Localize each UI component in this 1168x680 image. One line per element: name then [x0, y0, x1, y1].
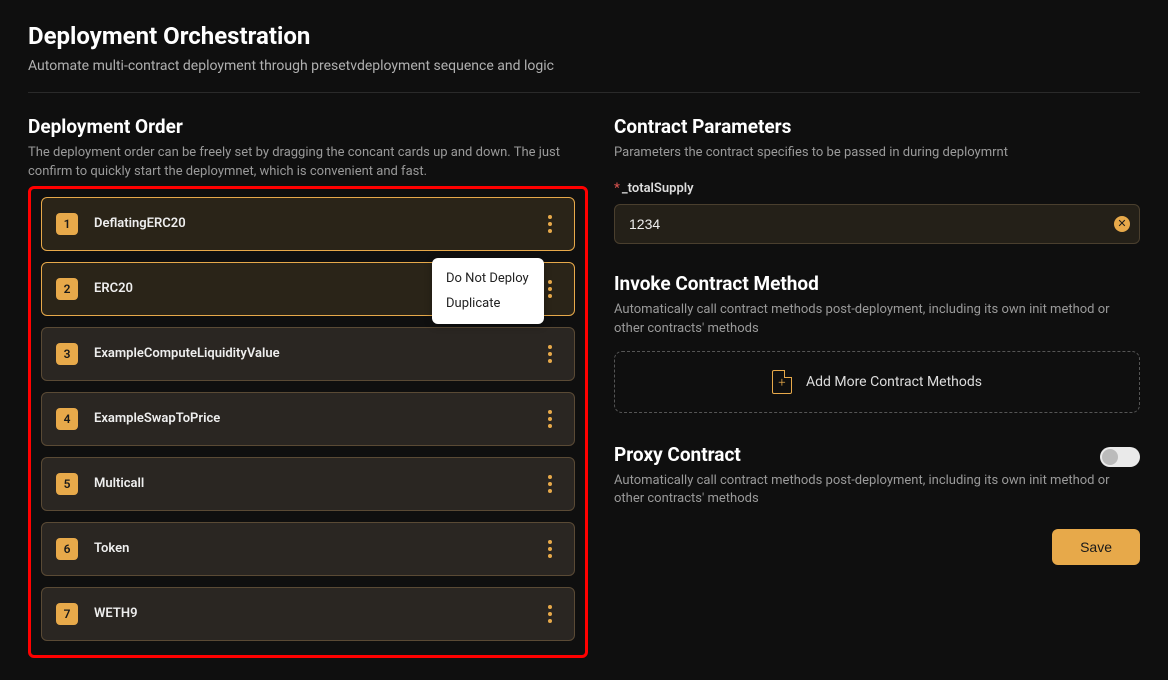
kebab-menu-icon[interactable] — [540, 405, 560, 433]
card-context-menu: Do Not DeployDuplicate — [432, 258, 544, 324]
header-divider — [28, 92, 1140, 93]
menu-duplicate[interactable]: Duplicate — [432, 291, 544, 316]
contract-params-title: Contract Parameters — [614, 115, 1140, 138]
contract-name: Multicall — [94, 476, 540, 491]
contract-card[interactable]: 7 WETH9 — [41, 587, 575, 641]
kebab-menu-icon[interactable] — [540, 470, 560, 498]
order-badge: 3 — [56, 343, 78, 365]
proxy-contract-title: Proxy Contract — [614, 443, 741, 466]
invoke-method-title: Invoke Contract Method — [614, 272, 1140, 295]
order-badge: 2 — [56, 278, 78, 300]
kebab-menu-icon[interactable] — [540, 600, 560, 628]
proxy-contract-desc: Automatically call contract methods post… — [614, 472, 1140, 510]
deployment-order-highlight: 1 DeflatingERC20 2ERC20Do Not DeployDuplic… — [28, 186, 588, 658]
invoke-method-desc: Automatically call contract methods post… — [614, 301, 1140, 339]
contract-card[interactable]: 3 ExampleComputeLiquidityValue — [41, 327, 575, 381]
contract-name: WETH9 — [94, 606, 540, 621]
page-subtitle: Automate multi-contract deployment throu… — [28, 58, 1140, 74]
total-supply-input[interactable] — [614, 204, 1140, 244]
add-methods-label: Add More Contract Methods — [806, 374, 982, 390]
add-contract-methods-button[interactable]: + Add More Contract Methods — [614, 351, 1140, 413]
menu-do-not-deploy[interactable]: Do Not Deploy — [432, 266, 544, 291]
clear-input-icon[interactable]: ✕ — [1114, 216, 1130, 232]
deployment-order-list: 1 DeflatingERC20 2ERC20Do Not DeployDuplic… — [41, 197, 575, 641]
order-badge: 4 — [56, 408, 78, 430]
contract-card[interactable]: 5 Multicall — [41, 457, 575, 511]
param-label: *_totalSupply — [614, 181, 1140, 196]
kebab-menu-icon[interactable] — [540, 210, 560, 238]
contract-card[interactable]: 1 DeflatingERC20 — [41, 197, 575, 251]
contract-card[interactable]: 6 Token — [41, 522, 575, 576]
deployment-order-desc: The deployment order can be freely set b… — [28, 144, 588, 182]
order-badge: 6 — [56, 538, 78, 560]
kebab-menu-icon[interactable] — [540, 535, 560, 563]
contract-name: ExampleComputeLiquidityValue — [94, 346, 540, 361]
order-badge: 5 — [56, 473, 78, 495]
proxy-contract-toggle[interactable] — [1100, 447, 1140, 467]
required-indicator: * — [614, 181, 620, 196]
param-name: _totalSupply — [622, 181, 694, 196]
contract-params-desc: Parameters the contract specifies to be … — [614, 144, 1140, 163]
contract-name: ExampleSwapToPrice — [94, 411, 540, 426]
order-badge: 1 — [56, 213, 78, 235]
order-badge: 7 — [56, 603, 78, 625]
contract-card[interactable]: 2ERC20Do Not DeployDuplicate — [41, 262, 575, 316]
contract-name: DeflatingERC20 — [94, 216, 540, 231]
file-plus-icon: + — [772, 370, 792, 394]
deployment-order-title: Deployment Order — [28, 115, 588, 138]
toggle-knob — [1102, 449, 1118, 465]
contract-card[interactable]: 4 ExampleSwapToPrice — [41, 392, 575, 446]
contract-name: Token — [94, 541, 540, 556]
page-title: Deployment Orchestration — [28, 22, 1140, 50]
kebab-menu-icon[interactable] — [540, 340, 560, 368]
save-button[interactable]: Save — [1052, 529, 1140, 565]
